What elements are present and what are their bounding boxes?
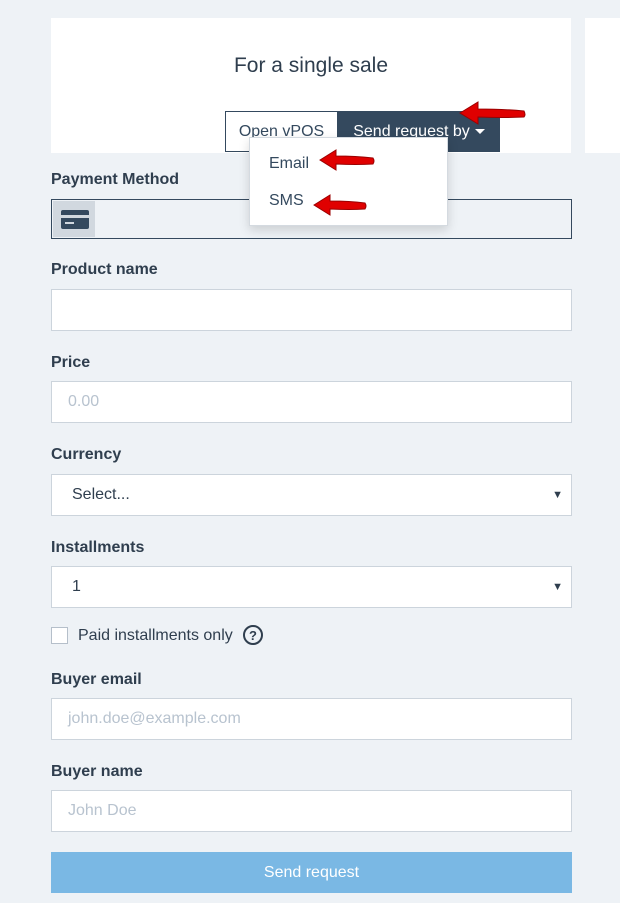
annotation-arrow-icon bbox=[459, 101, 526, 125]
caret-down-icon bbox=[474, 129, 485, 135]
credit-card-icon bbox=[61, 210, 89, 229]
buyer-name-label: Buyer name bbox=[51, 763, 143, 780]
triangle-down-icon: ▼ bbox=[552, 581, 563, 593]
menu-item-email[interactable]: Email bbox=[269, 155, 309, 173]
buyer-name-input[interactable]: John Doe bbox=[51, 790, 572, 832]
single-sale-card: For a single sale Open vPOS Send request… bbox=[51, 18, 571, 153]
paid-installments-label[interactable]: Paid installments only bbox=[78, 627, 233, 645]
buyer-email-label: Buyer email bbox=[51, 671, 142, 688]
card-title: For a single sale bbox=[233, 54, 389, 77]
price-input[interactable]: 0.00 bbox=[51, 381, 572, 423]
annotation-arrow-icon bbox=[313, 194, 367, 216]
currency-label: Currency bbox=[51, 446, 122, 463]
currency-selected-value: Select... bbox=[72, 486, 130, 503]
product-name-label: Product name bbox=[51, 261, 158, 278]
triangle-down-icon: ▼ bbox=[552, 489, 563, 501]
product-name-input[interactable] bbox=[51, 289, 572, 331]
payment-method-option-card[interactable] bbox=[53, 201, 95, 237]
menu-item-sms[interactable]: SMS bbox=[269, 192, 304, 210]
secondary-card bbox=[585, 18, 620, 153]
paid-installments-checkbox[interactable] bbox=[51, 627, 68, 644]
help-icon[interactable]: ? bbox=[243, 625, 263, 645]
currency-select[interactable]: Select... ▼ bbox=[51, 474, 572, 516]
installments-label: Installments bbox=[51, 539, 145, 556]
buyer-email-input[interactable]: john.doe@example.com bbox=[51, 698, 572, 740]
payment-method-label: Payment Method bbox=[51, 171, 180, 188]
price-label: Price bbox=[51, 354, 91, 371]
annotation-arrow-icon bbox=[319, 149, 375, 171]
installments-select[interactable]: 1 ▼ bbox=[51, 566, 572, 608]
send-request-button[interactable]: Send request bbox=[51, 852, 572, 893]
installments-selected-value: 1 bbox=[72, 578, 81, 595]
